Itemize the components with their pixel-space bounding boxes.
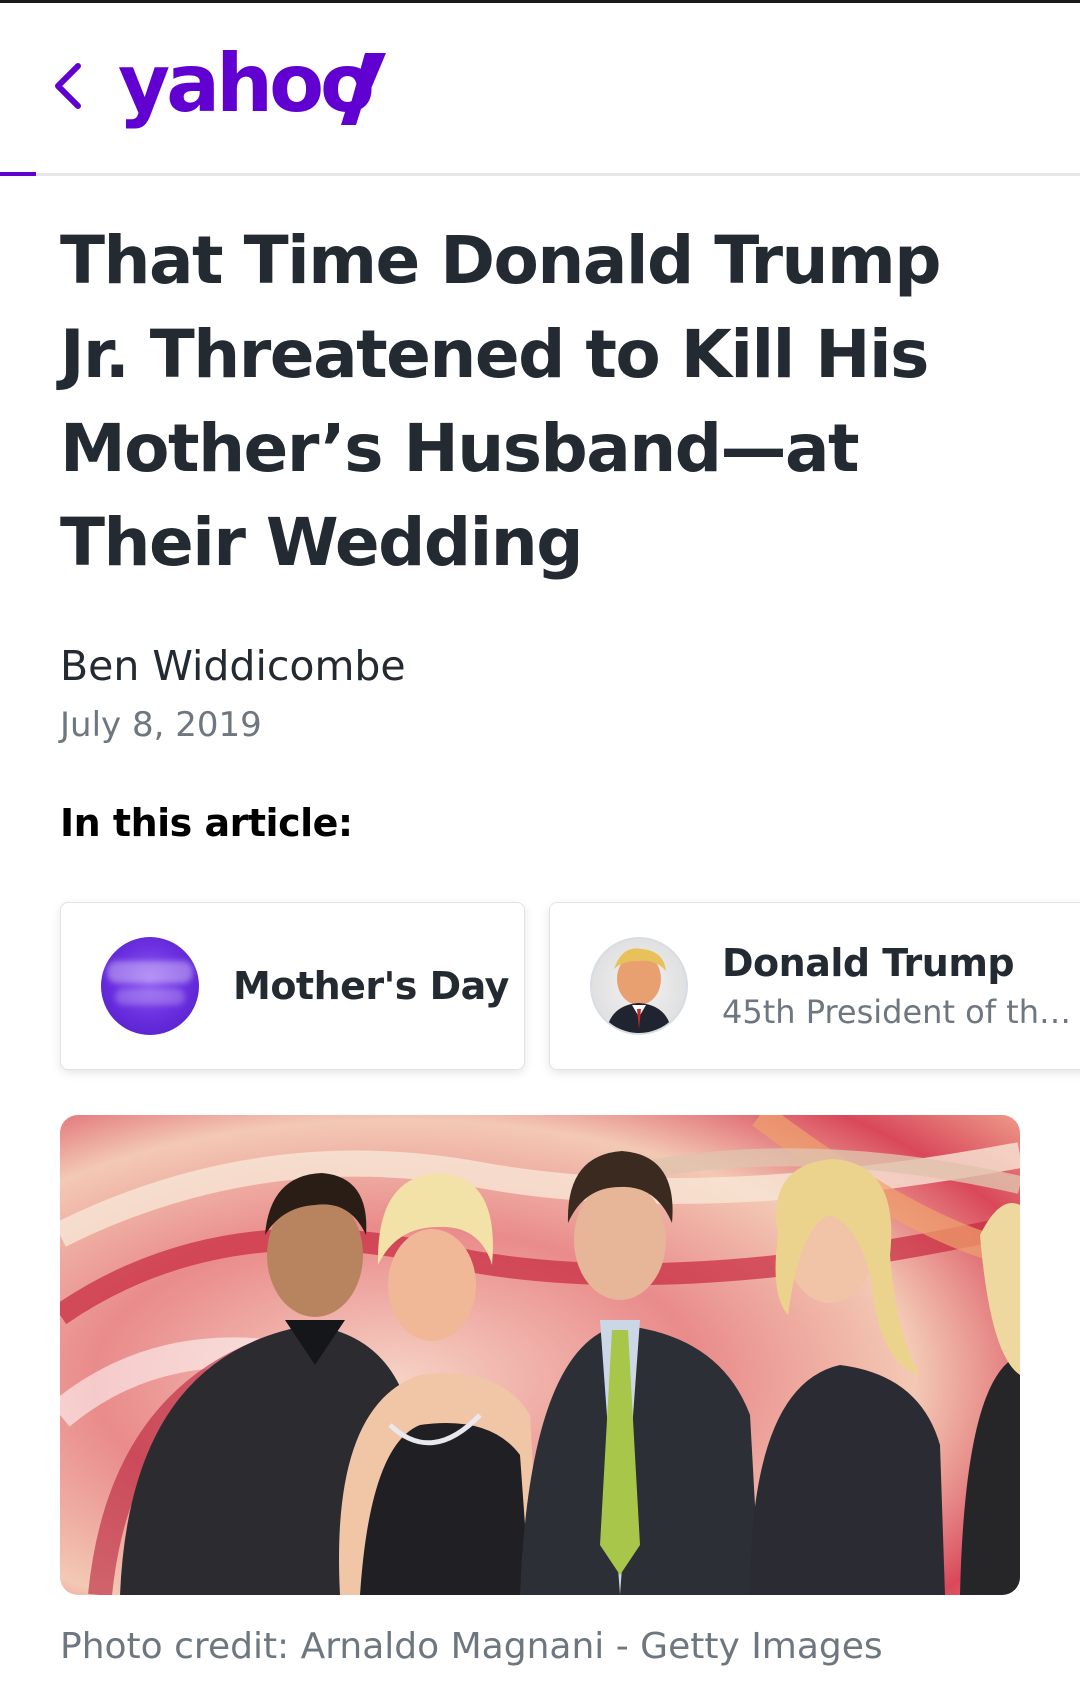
article-date: July 8, 2019 (60, 705, 262, 745)
yahoo-logo-mark: yahoo (118, 37, 386, 130)
article-hero-photo[interactable] (60, 1115, 1020, 1595)
chevron-left-icon (48, 56, 88, 121)
app-header: yahoo (0, 3, 1080, 173)
topic-subtitle: 45th President of the United States (722, 993, 1078, 1031)
yahoo-logo[interactable]: yahoo (118, 33, 398, 143)
topic-card-mothers-day[interactable]: Mother's Day (60, 902, 525, 1070)
photo-credit: Photo credit: Arnaldo Magnani - Getty Im… (60, 1626, 883, 1667)
topic-title: Donald Trump (722, 941, 1015, 985)
mothers-day-thumbnail (101, 937, 199, 1035)
back-button[interactable] (38, 48, 98, 128)
article-headline: That Time Donald Trump Jr. Threatened to… (60, 222, 942, 581)
topic-card-donald-trump[interactable]: Donald Trump 45th President of the Unite… (549, 902, 1080, 1070)
header-divider (0, 173, 1080, 176)
reading-progress-bar (0, 172, 36, 176)
svg-text:yahoo: yahoo (118, 37, 372, 130)
topic-title: Mother's Day (233, 964, 509, 1008)
donald-trump-thumbnail (590, 937, 688, 1035)
hero-photo-illustration (60, 1115, 1020, 1595)
article-author[interactable]: Ben Widdicombe (60, 642, 406, 690)
in-this-article-label: In this article: (60, 801, 353, 845)
